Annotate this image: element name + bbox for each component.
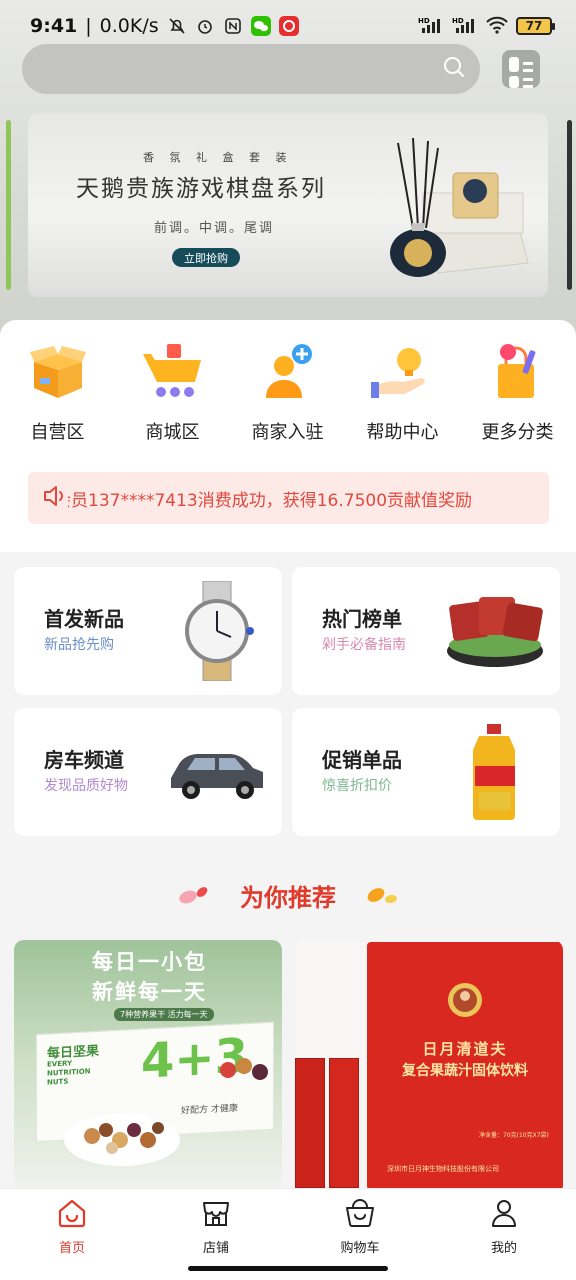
product-headline: 每日一小包 <box>92 950 207 974</box>
svg-text:HD: HD <box>452 17 464 25</box>
sachet-image <box>329 1058 359 1188</box>
banner-kicker: 香 氛 礼 盒 套 装 <box>143 151 293 164</box>
drink-bag-image: 日月清道夫 复合果蔬汁固体饮料 净含量：70克(10克X7袋) 深圳市日月神生物… <box>367 942 563 1190</box>
card-rv-channel[interactable]: 房车频道 发现品质好物 <box>14 708 282 836</box>
tab-label: 购物车 <box>340 1241 380 1256</box>
card-promotion[interactable]: 促销单品 惊喜折扣价 <box>292 708 560 836</box>
promo-banner[interactable]: 香 氛 礼 盒 套 装 天鹅贵族游戏棋盘系列 前调。中调。尾调 立即抢购 <box>28 113 548 297</box>
portrait-seal-icon <box>448 983 482 1017</box>
card-subtitle: 惊喜折扣价 <box>322 778 392 794</box>
speaker-icon <box>42 484 68 512</box>
card-subtitle: 发现品质好物 <box>44 778 128 794</box>
tab-label: 我的 <box>490 1241 517 1256</box>
status-divider: | <box>85 15 92 37</box>
category-label: 自营区 <box>30 422 85 443</box>
product-subtitle: 复合果蔬汁固体饮料 <box>402 1063 528 1079</box>
store-icon <box>200 1197 232 1233</box>
card-title: 促销单品 <box>322 748 402 772</box>
tab-label: 首页 <box>58 1241 85 1256</box>
nfc-icon <box>223 16 243 36</box>
carousel-next-peek <box>567 120 572 290</box>
diffuser-image <box>390 137 529 277</box>
signal-2-icon: HD <box>452 16 478 37</box>
music-app-icon <box>278 16 299 36</box>
sachet-image <box>295 1058 325 1188</box>
category-label: 帮助中心 <box>366 422 439 443</box>
decor-petal-right-icon <box>367 888 397 904</box>
card-title: 房车频道 <box>44 748 124 772</box>
user-icon <box>488 1197 520 1233</box>
product-title: 日月清道夫 <box>422 1040 508 1058</box>
card-title: 热门榜单 <box>322 607 402 631</box>
product-tagline: 7种营养果干 活力每一天 <box>114 1008 214 1021</box>
card-subtitle: 新品抢先购 <box>44 637 114 653</box>
product-company: 深圳市日月神生物科技股份有限公司 <box>387 1165 499 1173</box>
product-card-drink[interactable]: 日月清道夫 复合果蔬汁固体饮料 净含量：70克(10克X7袋) 深圳市日月神生物… <box>295 940 563 1190</box>
recommend-title: 为你推荐 <box>240 884 336 912</box>
category-panel: 自营区 商城区 商家入驻 帮助中心 更多分类 会员137****7413消费成功… <box>0 320 576 552</box>
signal-1-icon: HD <box>418 16 444 37</box>
tab-profile[interactable]: 我的 <box>432 1189 576 1280</box>
category-grid-button[interactable] <box>502 50 540 88</box>
category-help-center[interactable]: 帮助中心 <box>345 340 460 444</box>
banner-title: 天鹅贵族游戏棋盘系列 <box>76 176 326 202</box>
card-subtitle: 剁手必备指南 <box>322 637 406 653</box>
card-title: 首发新品 <box>44 607 124 631</box>
card-hot-list[interactable]: 热门榜单 剁手必备指南 <box>292 567 560 695</box>
tab-label: 店铺 <box>202 1241 229 1256</box>
add-user-icon <box>256 340 320 404</box>
product-weight: 净含量：70克(10克X7袋) <box>479 1132 549 1139</box>
battery-indicator: 77 <box>516 17 555 35</box>
shopping-bag-icon <box>486 340 550 404</box>
oil-bottle-icon <box>442 720 548 824</box>
product-headline: 新鲜每一天 <box>92 980 207 1004</box>
cart-basket-icon <box>344 1197 376 1233</box>
grid-cell-icon <box>523 62 533 72</box>
grid-cell-icon <box>509 76 519 88</box>
category-label: 商家入驻 <box>251 422 324 443</box>
box-icon <box>26 340 90 404</box>
svg-text:HD: HD <box>418 17 430 25</box>
category-row: 自营区 商城区 商家入驻 帮助中心 更多分类 <box>0 340 576 444</box>
wifi-icon <box>486 16 508 37</box>
nuts-pile-image <box>64 1114 180 1166</box>
card-new-arrivals[interactable]: 首发新品 新品抢先购 <box>14 567 282 695</box>
status-time: 9:41 <box>30 15 78 37</box>
tab-home[interactable]: 首页 <box>0 1189 144 1280</box>
carousel-prev-peek <box>6 120 11 290</box>
banner-buy-button[interactable]: 立即抢购 <box>172 248 240 267</box>
home-icon <box>56 1197 88 1233</box>
mute-bell-icon <box>167 16 187 36</box>
nuts-mix-image <box>220 1058 268 1080</box>
category-self-operated[interactable]: 自营区 <box>0 340 115 444</box>
banner-subtitle: 前调。中调。尾调 <box>154 221 275 236</box>
home-indicator <box>188 1266 388 1271</box>
search-row <box>22 44 542 94</box>
network-speed: 0.0K/s <box>99 15 159 37</box>
product-brand-en: EVERY NUTRITION NUTS <box>47 1059 91 1087</box>
notice-bar[interactable]: 会员137****7413消费成功，获得16.7500贡献值奖励 <box>28 472 549 524</box>
notice-text: 会员137****7413消费成功，获得16.7500贡献值奖励 <box>68 490 473 511</box>
grid-cell-icon <box>509 57 519 72</box>
grid-cell-icon <box>523 78 533 88</box>
category-merchant-join[interactable]: 商家入驻 <box>230 340 345 444</box>
search-input[interactable] <box>22 44 480 94</box>
watch-icon <box>164 579 270 683</box>
cart-icon <box>141 340 205 404</box>
category-label: 商城区 <box>145 422 200 443</box>
product-card-nuts[interactable]: 每日一小包 新鲜每一天 7种营养果干 活力每一天 每日坚果 EVERY NUTR… <box>14 940 282 1190</box>
alarm-icon <box>195 16 215 36</box>
search-icon[interactable] <box>442 55 466 83</box>
category-label: 更多分类 <box>481 422 554 443</box>
category-mall[interactable]: 商城区 <box>115 340 230 444</box>
lightbulb-hand-icon <box>370 340 435 404</box>
car-icon <box>164 720 270 824</box>
category-more[interactable]: 更多分类 <box>460 340 575 444</box>
jerky-icon <box>442 579 548 683</box>
wechat-icon <box>250 16 271 36</box>
